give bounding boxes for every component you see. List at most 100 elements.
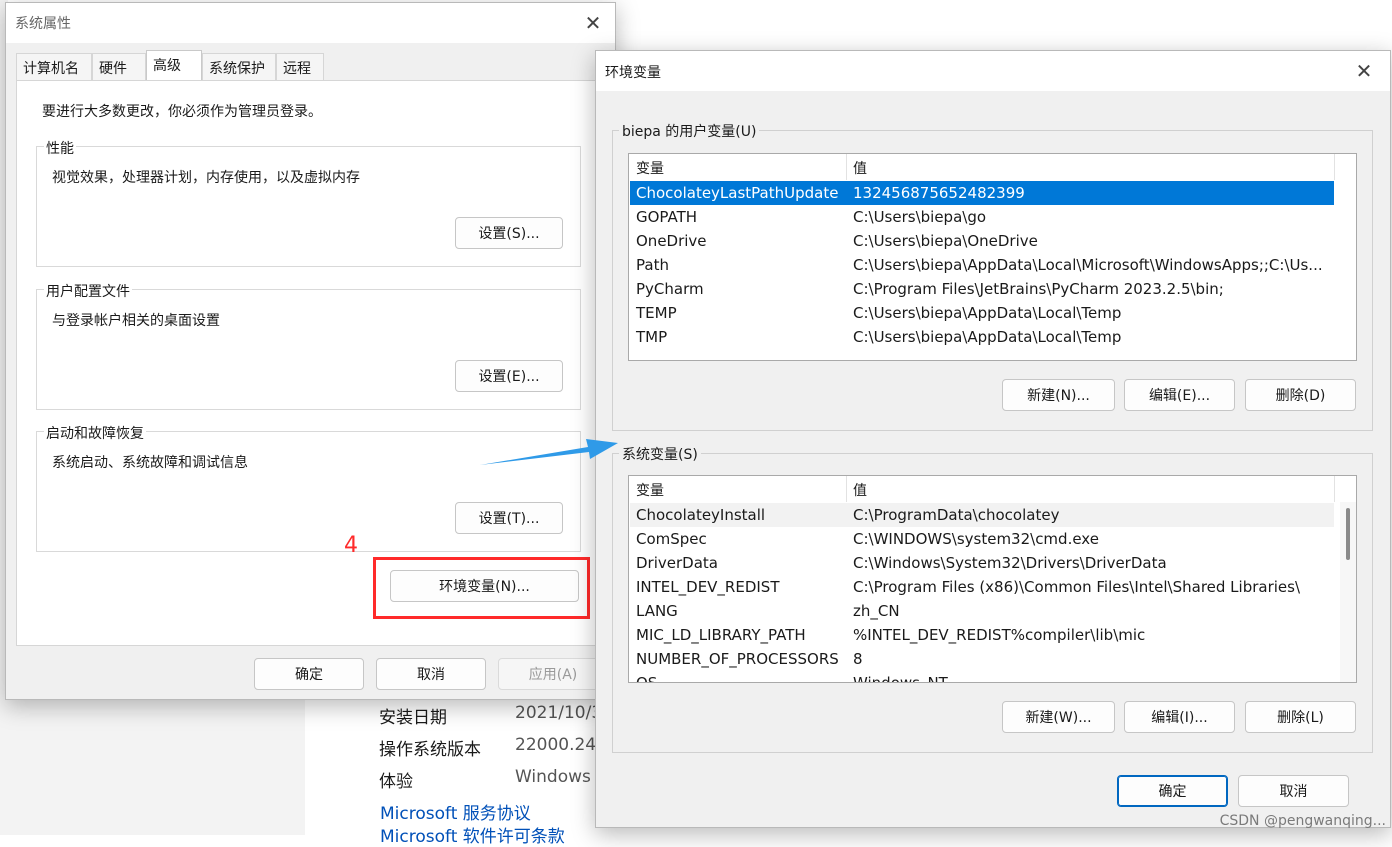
close-icon[interactable]: ✕ [1344,53,1384,89]
user-profiles-group: 用户配置文件 与登录帐户相关的桌面设置 设置(E)... [36,281,581,410]
table-row[interactable]: NUMBER_OF_PROCESSORS 8 [630,647,1334,671]
list-header: 变量 值 [629,476,1356,502]
user-variables-list[interactable]: 变量 值 ChocolateyLastPathUpdate 1324568756… [628,153,1357,361]
title-bar: 系统属性 ✕ [6,3,615,43]
service-agreement-link[interactable]: Microsoft 服务协议 [380,799,531,824]
variable-value: C:\Windows\System32\Drivers\DriverData [853,554,1167,572]
startup-recovery-settings-button[interactable]: 设置(T)... [455,502,563,534]
background-left-panel [0,700,305,835]
variable-name: Path [636,256,669,274]
column-variable[interactable]: 变量 [636,158,664,178]
table-row[interactable]: ChocolateyInstall C:\ProgramData\chocola… [630,503,1334,527]
table-row[interactable]: ChocolateyLastPathUpdate 132456875652482… [630,181,1334,205]
table-row[interactable]: ComSpec C:\WINDOWS\system32\cmd.exe [630,527,1334,551]
watermark: CSDN @pengwanqing... [1219,813,1386,829]
tab-hardware[interactable]: 硬件 [92,53,146,80]
column-value[interactable]: 值 [853,158,867,178]
variable-value: C:\ProgramData\chocolatey [853,506,1060,524]
ok-button[interactable]: 确定 [254,658,364,690]
performance-group: 性能 视觉效果，处理器计划，内存使用，以及虚拟内存 设置(S)... [36,138,581,267]
user-delete-button[interactable]: 删除(D) [1245,379,1356,411]
variable-value: C:\Users\biepa\AppData\Local\Microsoft\W… [853,256,1323,274]
install-date-label: 安装日期 [379,708,447,728]
performance-title: 性能 [44,138,76,158]
admin-note: 要进行大多数更改，你必须作为管理员登录。 [42,104,322,120]
table-row[interactable]: TMP C:\Users\biepa\AppData\Local\Temp [630,325,1334,349]
user-profiles-settings-button[interactable]: 设置(E)... [455,360,563,392]
variable-value: 8 [853,650,863,668]
column-separator [846,476,847,502]
variable-name: ChocolateyLastPathUpdate [636,184,839,202]
system-delete-button[interactable]: 删除(L) [1245,701,1356,733]
apply-button[interactable]: 应用(A) [498,658,608,690]
variable-value: 132456875652482399 [853,184,1025,202]
table-row[interactable]: INTEL_DEV_REDIST C:\Program Files (x86)\… [630,575,1334,599]
cancel-button[interactable]: 取消 [1238,775,1349,807]
table-row[interactable]: LANG zh_CN [630,599,1334,623]
cancel-button[interactable]: 取消 [376,658,486,690]
table-row[interactable]: TEMP C:\Users\biepa\AppData\Local\Temp [630,301,1334,325]
dialog-title: 环境变量 [605,65,661,81]
table-row[interactable]: OS Windows_NT [630,671,1334,683]
tab-system-protection[interactable]: 系统保护 [202,53,276,80]
table-row[interactable]: DriverData C:\Windows\System32\Drivers\D… [630,551,1334,575]
user-new-button[interactable]: 新建(N)... [1002,379,1115,411]
variable-value: %INTEL_DEV_REDIST%compiler\lib\mic [853,626,1146,644]
user-profiles-title: 用户配置文件 [44,281,132,301]
system-variables-title: 系统变量(S) [619,444,701,464]
variable-value: C:\Program Files (x86)\Common Files\Inte… [853,578,1301,596]
variable-name: PyCharm [636,280,704,298]
table-row[interactable]: GOPATH C:\Users\biepa\go [630,205,1334,229]
tab-remote[interactable]: 远程 [276,53,324,80]
annotation-highlight-box [373,557,590,619]
system-new-button[interactable]: 新建(W)... [1002,701,1115,733]
column-value[interactable]: 值 [853,480,867,500]
close-icon[interactable]: ✕ [573,5,613,41]
install-date-value: 2021/10/31 [515,703,595,723]
system-variables-list[interactable]: 变量 值 ChocolateyInstall C:\ProgramData\ch… [628,475,1357,683]
tab-computer-name[interactable]: 计算机名 [16,53,92,80]
tab-advanced[interactable]: 高级 [146,50,202,81]
dialog-title: 系统属性 [15,16,71,32]
system-edit-button[interactable]: 编辑(I)... [1124,701,1235,733]
scrollbar[interactable] [1340,502,1356,682]
os-build-value: 22000.2416 [515,735,595,755]
annotation-arrow [480,439,618,465]
user-edit-button[interactable]: 编辑(E)... [1124,379,1235,411]
table-row[interactable]: PyCharm C:\Program Files\JetBrains\PyCha… [630,277,1334,301]
variable-value: C:\Users\biepa\go [853,208,987,226]
variable-name: TMP [636,328,668,346]
experience-label: 体验 [379,772,413,792]
column-separator [1334,154,1335,180]
variable-name: TEMP [636,304,677,322]
table-row[interactable]: OneDrive C:\Users\biepa\OneDrive [630,229,1334,253]
os-build-label: 操作系统版本 [379,740,481,760]
variable-value: zh_CN [853,602,900,620]
variable-value: C:\Program Files\JetBrains\PyCharm 2023.… [853,280,1224,298]
table-row[interactable]: Path C:\Users\biepa\AppData\Local\Micros… [630,253,1334,277]
user-profiles-desc: 与登录帐户相关的桌面设置 [52,313,220,329]
variable-name: ComSpec [636,530,707,548]
experience-value: Windows 1 [515,767,595,787]
column-separator [1334,476,1335,502]
annotation-step-number: 4 [344,533,358,558]
variable-name: DriverData [636,554,718,572]
startup-recovery-desc: 系统启动、系统故障和调试信息 [52,455,248,471]
variable-name: LANG [636,602,678,620]
variable-value: C:\Users\biepa\AppData\Local\Temp [853,328,1122,346]
variable-name: ChocolateyInstall [636,506,766,524]
variable-name: GOPATH [636,208,698,226]
variable-name: MIC_LD_LIBRARY_PATH [636,626,806,644]
ok-button[interactable]: 确定 [1117,775,1228,807]
variable-name: OneDrive [636,232,707,250]
user-variables-title: biepa 的用户变量(U) [619,121,760,141]
variable-name: NUMBER_OF_PROCESSORS [636,650,839,668]
performance-settings-button[interactable]: 设置(S)... [455,217,563,249]
column-variable[interactable]: 变量 [636,480,664,500]
table-row[interactable]: MIC_LD_LIBRARY_PATH %INTEL_DEV_REDIST%co… [630,623,1334,647]
variable-value: C:\WINDOWS\system32\cmd.exe [853,530,1099,548]
variable-name: INTEL_DEV_REDIST [636,578,780,596]
column-separator [846,154,847,180]
variable-value: Windows_NT [853,674,948,683]
scrollbar-thumb[interactable] [1346,508,1350,560]
